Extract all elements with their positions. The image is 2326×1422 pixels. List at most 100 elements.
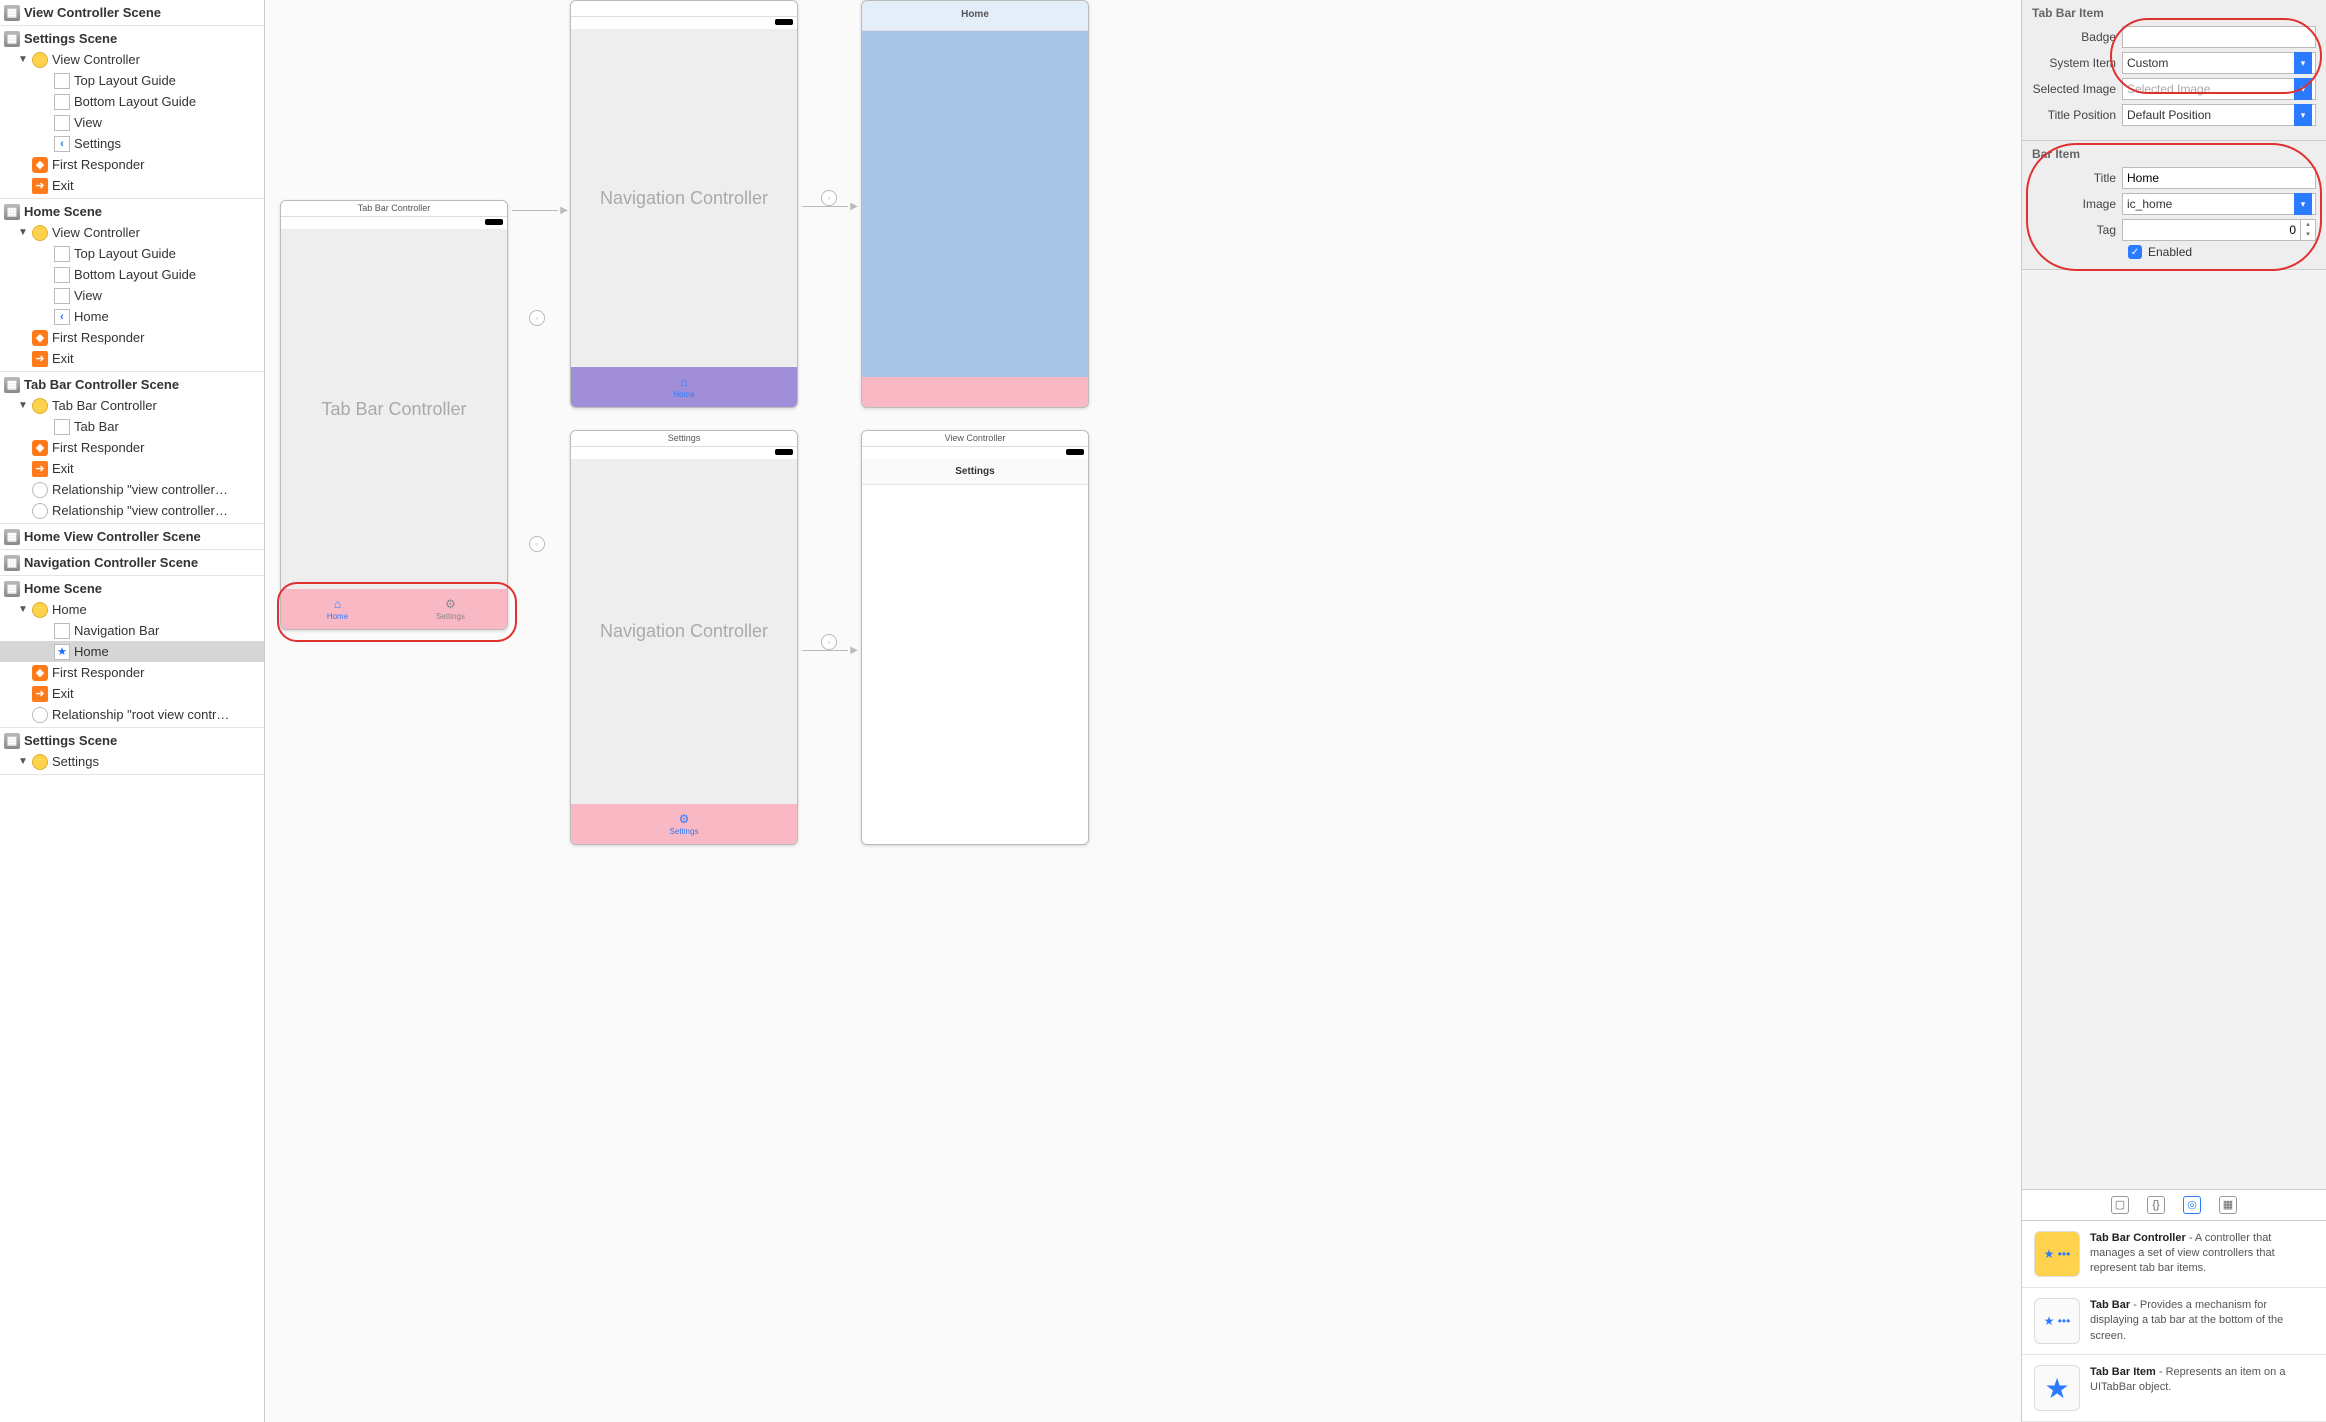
- segue-arrow[interactable]: [512, 200, 568, 220]
- outline-item[interactable]: ▼Home: [0, 599, 264, 620]
- segue-node[interactable]: ◦: [529, 536, 545, 552]
- outline-scene-header[interactable]: ▦Home View Controller Scene: [0, 526, 264, 547]
- exit-icon: ➜: [32, 461, 48, 477]
- field-label: Title Position: [2032, 108, 2122, 122]
- outline-item[interactable]: Relationship "view controller…: [0, 479, 264, 500]
- image-select[interactable]: ic_home ▾: [2122, 193, 2316, 215]
- outline-item[interactable]: ‹Home: [0, 306, 264, 327]
- tab-file-templates[interactable]: ▢: [2111, 1196, 2129, 1214]
- disclosure-triangle-icon[interactable]: ▼: [18, 54, 28, 65]
- outline-item[interactable]: ▼View Controller: [0, 49, 264, 70]
- statusbar: [862, 447, 1088, 459]
- outline-label: Navigation Controller Scene: [24, 555, 198, 570]
- tab-media-library[interactable]: ▦: [2219, 1196, 2237, 1214]
- storyboard-canvas[interactable]: Tab Bar Controller Tab Bar Controller ⌂ …: [265, 0, 2021, 1422]
- screen-tabbar-controller[interactable]: Tab Bar Controller Tab Bar Controller ⌂ …: [280, 200, 508, 630]
- title-position-select[interactable]: Default Position ▾: [2122, 104, 2316, 126]
- outline-item[interactable]: Navigation Bar: [0, 620, 264, 641]
- field-enabled[interactable]: ✓ Enabled: [2032, 245, 2316, 259]
- outline-item[interactable]: Tab Bar: [0, 416, 264, 437]
- outline-label: Top Layout Guide: [74, 73, 176, 88]
- field-selected-image: Selected Image Selected Image ▾: [2032, 78, 2316, 100]
- disclosure-triangle-icon[interactable]: ▼: [18, 604, 28, 615]
- outline-scene-header[interactable]: ▦View Controller Scene: [0, 2, 264, 23]
- vc-yellow-icon: [32, 225, 48, 241]
- outline-item[interactable]: ◆First Responder: [0, 327, 264, 348]
- outline-item[interactable]: ▼Tab Bar Controller: [0, 395, 264, 416]
- attributes-inspector: Tab Bar Item Badge System Item Custom ▾ …: [2021, 0, 2326, 1422]
- system-item-select[interactable]: Custom ▾: [2122, 52, 2316, 74]
- outline-scene-header[interactable]: ▦Home Scene: [0, 201, 264, 222]
- tag-stepper[interactable]: ▴▾: [2300, 219, 2316, 241]
- tab-object-library[interactable]: ◎: [2183, 1196, 2201, 1214]
- scene-icon: ▦: [4, 733, 20, 749]
- screen-settings-viewcontroller[interactable]: View Controller Settings: [861, 430, 1089, 845]
- outline-item[interactable]: Relationship "view controller…: [0, 500, 264, 521]
- outline-scene-header[interactable]: ▦Settings Scene: [0, 28, 264, 49]
- outline-scene-header[interactable]: ▦Tab Bar Controller Scene: [0, 374, 264, 395]
- tabbar[interactable]: ⌂ Home ⚙ Settings: [281, 589, 507, 629]
- outline-item[interactable]: View: [0, 285, 264, 306]
- tabbar[interactable]: ⌂ Home: [571, 367, 797, 407]
- outline-item[interactable]: ◆First Responder: [0, 437, 264, 458]
- field-label: System Item: [2032, 56, 2122, 70]
- segue-node[interactable]: ◦: [821, 190, 837, 206]
- tabbar-icon: [54, 419, 70, 435]
- outline-item[interactable]: ➜Exit: [0, 175, 264, 196]
- tab-settings[interactable]: ⚙ Settings: [571, 804, 797, 844]
- outline-item[interactable]: Bottom Layout Guide: [0, 91, 264, 112]
- outline-scene-header[interactable]: ▦Settings Scene: [0, 730, 264, 751]
- tab-settings[interactable]: ⚙ Settings: [394, 589, 507, 629]
- tabbar[interactable]: ⚙ Settings: [571, 804, 797, 844]
- object-library[interactable]: ★ ••• Tab Bar Controller - A controller …: [2022, 1221, 2326, 1422]
- disclosure-triangle-icon[interactable]: ▼: [18, 400, 28, 411]
- outline-item[interactable]: ‹Settings: [0, 133, 264, 154]
- outline-item[interactable]: Bottom Layout Guide: [0, 264, 264, 285]
- library-item[interactable]: ★ Tab Bar Item - Represents an item on a…: [2022, 1355, 2326, 1422]
- outline-item[interactable]: ➜Exit: [0, 683, 264, 704]
- screen-body-label: Tab Bar Controller: [281, 229, 507, 589]
- outline-item[interactable]: Top Layout Guide: [0, 243, 264, 264]
- cube-icon: ◆: [32, 665, 48, 681]
- screen-nav-settings[interactable]: Settings Navigation Controller ⚙ Setting…: [570, 430, 798, 845]
- selected-image-select[interactable]: Selected Image ▾: [2122, 78, 2316, 100]
- segue-node[interactable]: ◦: [821, 634, 837, 650]
- library-mode-tabs[interactable]: ▢ {} ◎ ▦: [2022, 1189, 2326, 1221]
- screen-title: Tab Bar Controller: [281, 201, 507, 217]
- document-outline[interactable]: ▦View Controller Scene▦Settings Scene▼Vi…: [0, 0, 265, 1422]
- outline-scene-header[interactable]: ▦Navigation Controller Scene: [0, 552, 264, 573]
- outline-scene-header[interactable]: ▦Home Scene: [0, 578, 264, 599]
- outline-item[interactable]: ➜Exit: [0, 458, 264, 479]
- tag-input[interactable]: [2122, 219, 2301, 241]
- outline-label: Bottom Layout Guide: [74, 94, 196, 109]
- screen-body: [862, 31, 1088, 377]
- outline-item[interactable]: Relationship "root view contr…: [0, 704, 264, 725]
- screen-nav-home[interactable]: Navigation Controller ⌂ Home: [570, 0, 798, 408]
- field-system-item: System Item Custom ▾: [2032, 52, 2316, 74]
- outline-item[interactable]: ◆First Responder: [0, 662, 264, 683]
- badge-input[interactable]: [2122, 26, 2316, 48]
- outline-item[interactable]: ▼View Controller: [0, 222, 264, 243]
- disclosure-triangle-icon[interactable]: ▼: [18, 756, 28, 767]
- segue-node[interactable]: ◦: [529, 310, 545, 326]
- tab-home[interactable]: ⌂ Home: [571, 367, 797, 407]
- outline-item[interactable]: ➜Exit: [0, 348, 264, 369]
- tab-label: Home: [327, 612, 348, 621]
- rect-icon: [54, 623, 70, 639]
- outline-label: Home Scene: [24, 581, 102, 596]
- disclosure-triangle-icon[interactable]: ▼: [18, 227, 28, 238]
- screen-home-viewcontroller[interactable]: Home: [861, 0, 1089, 408]
- field-tag: Tag ▴▾: [2032, 219, 2316, 241]
- library-thumb-icon: ★ •••: [2034, 1298, 2080, 1344]
- library-item[interactable]: ★ ••• Tab Bar Controller - A controller …: [2022, 1221, 2326, 1288]
- library-item[interactable]: ★ ••• Tab Bar - Provides a mechanism for…: [2022, 1288, 2326, 1355]
- title-input[interactable]: [2122, 167, 2316, 189]
- outline-item[interactable]: ▼Settings: [0, 751, 264, 772]
- tab-home[interactable]: ⌂ Home: [281, 589, 394, 629]
- tab-code-snippets[interactable]: {}: [2147, 1196, 2165, 1214]
- outline-item[interactable]: ◆First Responder: [0, 154, 264, 175]
- chevron-down-icon: ▾: [2294, 104, 2312, 126]
- outline-item[interactable]: ★Home: [0, 641, 264, 662]
- outline-item[interactable]: View: [0, 112, 264, 133]
- outline-item[interactable]: Top Layout Guide: [0, 70, 264, 91]
